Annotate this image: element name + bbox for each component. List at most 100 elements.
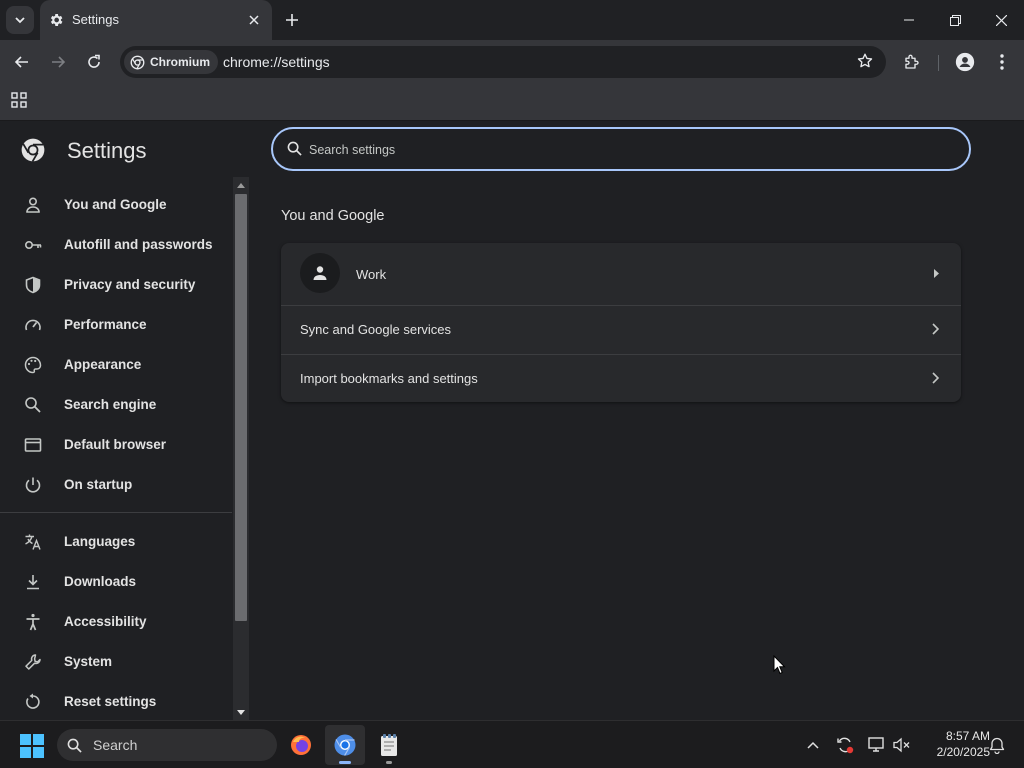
new-tab-button[interactable]: [280, 8, 304, 32]
bookmark-star-icon[interactable]: [856, 52, 874, 70]
chromium-icon: [130, 55, 145, 69]
notification-bell-icon[interactable]: [987, 735, 1007, 755]
sidebar-item-default-browser[interactable]: Default browser: [0, 425, 232, 465]
menu-button[interactable]: [988, 48, 1016, 76]
chevron-right-icon: [932, 323, 939, 335]
sidebar-item-label: Autofill and passwords: [64, 237, 213, 252]
minimize-button[interactable]: [886, 0, 932, 40]
translate-icon: [25, 534, 41, 550]
sidebar-item-label: Privacy and security: [64, 277, 196, 292]
minimize-icon: [904, 19, 914, 21]
sidebar-item-system[interactable]: System: [0, 642, 232, 682]
sidebar-item-downloads[interactable]: Downloads: [0, 562, 232, 602]
row-label: Sync and Google services: [300, 322, 452, 337]
sidebar-item-reset-settings[interactable]: Reset settings: [0, 682, 232, 722]
windows-start-icon[interactable]: [20, 734, 44, 758]
reload-icon: [88, 54, 100, 68]
sidebar-item-label: Downloads: [64, 574, 137, 589]
scrollbar-thumb[interactable]: [235, 194, 247, 621]
tab-search-button[interactable]: [6, 6, 34, 34]
arrow-right-icon: [52, 56, 66, 68]
sidebar-item-label: On startup: [64, 477, 133, 492]
wrench-icon: [25, 654, 41, 670]
running-indicator: [386, 761, 392, 764]
sidebar-item-label: System: [64, 654, 113, 669]
firefox-taskbar-button[interactable]: [281, 725, 321, 765]
arrow-right-icon: [934, 269, 939, 278]
back-button[interactable]: [8, 48, 36, 76]
sidebar-item-accessibility[interactable]: Accessibility: [0, 602, 232, 642]
chevron-up-icon[interactable]: [803, 735, 823, 755]
sidebar-item-privacy[interactable]: Privacy and security: [0, 265, 232, 305]
reload-button[interactable]: [80, 48, 108, 76]
active-indicator: [339, 761, 351, 764]
sidebar-item-label: Languages: [64, 534, 136, 549]
site-info-chip[interactable]: Chromium: [124, 50, 218, 74]
row-label: Work: [356, 267, 387, 282]
settings-page: Settings Search settings You and Google …: [0, 121, 1024, 720]
address-bar[interactable]: Chromium chrome://settings: [120, 46, 886, 78]
network-icon[interactable]: [867, 735, 887, 755]
volume-muted-icon[interactable]: [892, 735, 912, 755]
close-icon: [995, 14, 1007, 26]
extensions-button[interactable]: [898, 48, 926, 76]
url-text[interactable]: chrome://settings: [223, 54, 330, 70]
scroll-up-arrow-icon[interactable]: [233, 177, 249, 193]
palette-icon: [24, 356, 42, 374]
profile-row-work[interactable]: Work: [281, 243, 961, 305]
sidebar-item-label: Appearance: [64, 357, 142, 372]
sync-and-google-services-row[interactable]: Sync and Google services: [281, 306, 961, 354]
taskbar-search[interactable]: Search: [57, 729, 277, 761]
system-clock[interactable]: 8:57 AM 2/20/2025: [918, 728, 990, 760]
toolbar-separator: [938, 55, 939, 71]
download-icon: [27, 575, 39, 590]
profile-button[interactable]: [951, 48, 979, 76]
sidebar-item-label: Reset settings: [64, 694, 157, 709]
search-placeholder: Search settings: [309, 143, 396, 157]
search-icon: [287, 141, 302, 156]
browser-toolbar: Chromium chrome://settings: [0, 40, 1024, 84]
notepad-taskbar-button[interactable]: [369, 725, 409, 765]
apps-grid-icon[interactable]: [11, 92, 27, 108]
sidebar-divider: [0, 512, 232, 513]
mouse-cursor-icon: [773, 655, 786, 675]
firefox-icon: [291, 735, 311, 755]
search-icon: [25, 397, 41, 413]
row-label: Import bookmarks and settings: [300, 371, 478, 386]
close-window-button[interactable]: [978, 0, 1024, 40]
key-icon: [24, 241, 42, 250]
import-bookmarks-row[interactable]: Import bookmarks and settings: [281, 355, 961, 402]
sidebar-item-autofill[interactable]: Autofill and passwords: [0, 225, 232, 265]
taskbar: Search 8:57 AM 2/20/2025: [0, 720, 1024, 768]
account-icon: [955, 52, 975, 72]
bookmarks-bar: [0, 84, 1024, 121]
you-and-google-card: Work Sync and Google services Import boo…: [281, 243, 961, 402]
scroll-down-arrow-icon[interactable]: [233, 704, 249, 720]
restore-icon: [949, 14, 961, 26]
arrow-left-icon: [14, 56, 28, 68]
power-icon: [25, 477, 41, 493]
puzzle-icon: [905, 54, 919, 69]
forward-button[interactable]: [44, 48, 72, 76]
sidebar-item-you-and-google[interactable]: You and Google: [0, 185, 232, 225]
clock-time: 8:57 AM: [945, 729, 990, 743]
chromium-taskbar-button[interactable]: [325, 725, 365, 765]
sidebar-item-performance[interactable]: Performance: [0, 305, 232, 345]
tab-strip: Settings: [0, 0, 1024, 40]
search-settings-input[interactable]: Search settings: [271, 127, 971, 171]
taskbar-search-label: Search: [93, 737, 138, 753]
sidebar-item-on-startup[interactable]: On startup: [0, 465, 232, 505]
sidebar-item-languages[interactable]: Languages: [0, 522, 232, 562]
plus-icon: [286, 14, 298, 26]
tab-title: Settings: [72, 12, 119, 27]
tab-settings[interactable]: Settings: [40, 0, 272, 40]
restore-button[interactable]: [932, 0, 978, 40]
sidebar-item-appearance[interactable]: Appearance: [0, 345, 232, 385]
chromium-logo-icon: [20, 137, 46, 163]
sidebar-item-label: You and Google: [64, 197, 167, 212]
more-vert-icon: [1000, 54, 1004, 70]
chip-label: Chromium: [150, 55, 210, 69]
sync-error-icon[interactable]: [835, 735, 855, 755]
close-tab-icon[interactable]: [244, 10, 264, 30]
sidebar-item-search-engine[interactable]: Search engine: [0, 385, 232, 425]
